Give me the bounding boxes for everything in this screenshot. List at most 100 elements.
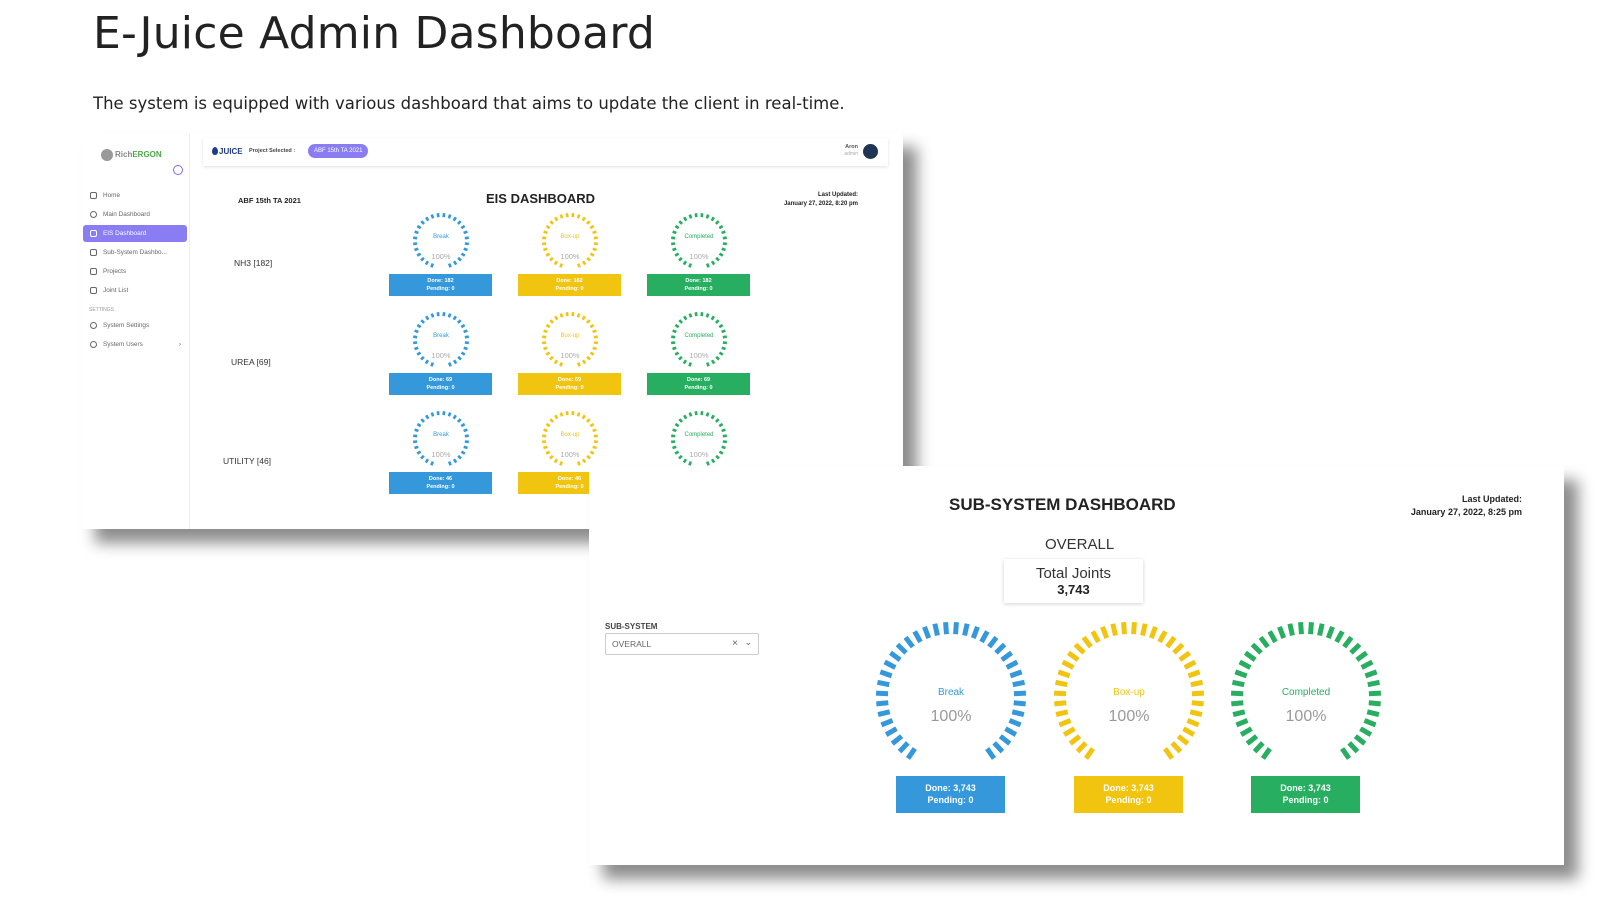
- gauge-tick: [1367, 679, 1381, 688]
- gauge-tick: [683, 216, 688, 222]
- gauge-tick: [683, 414, 688, 420]
- gauge-tick: [460, 323, 466, 329]
- gauge-tick: [581, 315, 586, 321]
- gauge-tick: [425, 414, 430, 420]
- gauge-tick: [452, 414, 457, 420]
- gauge-tick: [543, 445, 548, 450]
- gauge-tick: [576, 214, 581, 219]
- gauge-tick: [549, 319, 555, 324]
- gauge-tick: [710, 260, 716, 266]
- users-icon: [90, 341, 97, 348]
- gauge-tick: [1083, 747, 1095, 760]
- gauge-tick: [585, 319, 591, 324]
- chevron-down-icon[interactable]: ⌄: [744, 637, 752, 648]
- gauge-tick: [414, 428, 419, 433]
- completed-gauge: Completed 100%: [669, 211, 729, 271]
- gauge-tick: [592, 428, 597, 433]
- pending-count: Pending: 0: [1105, 795, 1152, 805]
- gauge-tick: [1260, 747, 1272, 760]
- gauge-percent: 100%: [1108, 708, 1150, 725]
- gauge-tick: [1054, 679, 1068, 688]
- gauge-tick: [1157, 630, 1168, 644]
- sidebar-item-joint-list[interactable]: Joint List: [83, 282, 187, 299]
- user-info[interactable]: Aron admin: [844, 144, 858, 158]
- clear-icon[interactable]: ×: [732, 638, 738, 649]
- gauge-tick: [1009, 669, 1023, 679]
- gauge-tick: [883, 659, 897, 670]
- subsystem-select[interactable]: OVERALL × ⌄: [605, 633, 759, 655]
- gauge-tick: [581, 458, 587, 464]
- sidebar-item-home[interactable]: Home: [83, 187, 187, 204]
- gauge-tick: [420, 220, 426, 225]
- page-description: The system is equipped with various dash…: [93, 94, 845, 113]
- sidebar-item-projects[interactable]: Projects: [83, 263, 187, 280]
- gauge-tick: [589, 224, 595, 230]
- hexagon-icon: [90, 230, 97, 237]
- gauge-tick: [585, 418, 591, 423]
- gauge-tick: [688, 461, 693, 466]
- gauge-tick: [876, 679, 890, 688]
- gauge-tick: [430, 412, 435, 417]
- gauge-tick: [545, 224, 551, 230]
- gauge-tick: [1267, 630, 1278, 644]
- sidebar-item-system-users[interactable]: System Users ›: [83, 336, 187, 353]
- gauge-tick: [705, 412, 710, 417]
- logo-text-a: Rich: [115, 150, 133, 160]
- gauge-tick: [678, 319, 684, 324]
- gauge-tick: [576, 313, 581, 318]
- gauge-tick: [962, 623, 970, 637]
- gauge-tick: [943, 622, 949, 635]
- gauge-tick: [430, 461, 435, 466]
- gauge-tick: [416, 224, 422, 230]
- eis-title: EIS DASHBOARD: [486, 191, 596, 206]
- gauge-tick: [452, 359, 458, 365]
- gauge-tick: [425, 216, 430, 222]
- gauge-tick: [424, 260, 430, 266]
- gauge-tick: [447, 263, 452, 268]
- gauge-percent: 100%: [431, 252, 451, 261]
- gauge-label: Break: [937, 687, 965, 698]
- gauge-tick: [553, 260, 559, 266]
- avatar-icon[interactable]: [863, 144, 878, 159]
- gauge-tick: [994, 642, 1007, 655]
- gauge-tick: [463, 445, 468, 450]
- home-icon: [90, 192, 97, 199]
- gauge-tick: [460, 422, 466, 428]
- gauge-tick: [674, 224, 680, 230]
- gauge-tick: [897, 741, 910, 754]
- gauge-tick: [705, 461, 710, 466]
- sidebar-nav: Home Main Dashboard EIS Dashboard Sub-Sy…: [81, 187, 189, 355]
- gauge-tick: [688, 313, 693, 318]
- gauge-tick: [456, 418, 462, 423]
- gauge-tick: [420, 319, 426, 324]
- gauge-tick: [1187, 669, 1201, 679]
- gauge-tick: [581, 414, 586, 420]
- gauge-tick: [1355, 650, 1369, 662]
- gauge-label: Break: [433, 234, 449, 240]
- project-selected-label: Project Selected :: [249, 148, 296, 154]
- gauge-tick: [452, 315, 457, 321]
- gauge-tick: [1191, 700, 1204, 707]
- settings-section-header: SETTINGS: [89, 307, 115, 313]
- gauge-tick: [1250, 642, 1263, 655]
- gauge-tick: [710, 315, 715, 321]
- sidebar-item-sub-system-dashboard[interactable]: Sub-System Dashbo...: [83, 244, 187, 261]
- box-icon: [90, 268, 97, 275]
- gauge-tick: [463, 346, 468, 351]
- sidebar-toggle-icon[interactable]: [173, 165, 183, 175]
- clock-icon: [90, 211, 97, 218]
- gauge-tick: [1239, 726, 1253, 737]
- gauge-tick: [672, 329, 677, 334]
- box-up-status-box: Done: 3,743 Pending: 0: [1074, 776, 1183, 813]
- sidebar-item-eis-dashboard[interactable]: EIS Dashboard: [83, 225, 187, 242]
- sidebar-item-main-dashboard[interactable]: Main Dashboard: [83, 206, 187, 223]
- gauge-tick: [674, 323, 680, 329]
- gauge-tick: [932, 623, 940, 637]
- gauge-tick: [553, 359, 559, 365]
- gauge-tick: [460, 224, 466, 230]
- drop-icon: [212, 147, 218, 155]
- gauge-label: Box-up: [1113, 687, 1145, 698]
- project-selector[interactable]: ABF 15th TA 2021: [308, 144, 369, 158]
- gauge-tick: [581, 216, 586, 222]
- sidebar-item-system-settings[interactable]: System Settings: [83, 317, 187, 334]
